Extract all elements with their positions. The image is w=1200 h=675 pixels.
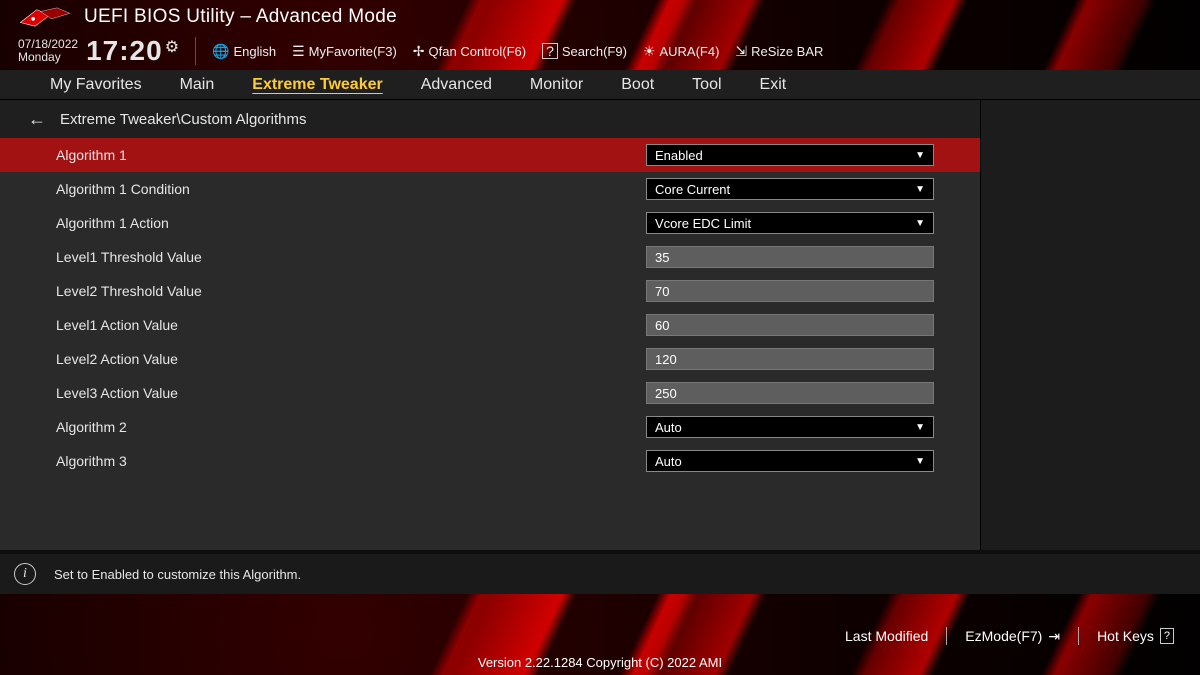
dropdown[interactable]: Auto▼ [646,450,934,472]
tab-monitor[interactable]: Monitor [530,76,583,94]
setting-row[interactable]: Level2 Threshold Value70 [0,274,980,308]
tab-exit[interactable]: Exit [760,76,787,94]
search-icon: ? [542,43,558,59]
setting-label: Algorithm 2 [56,419,646,435]
tab-advanced[interactable]: Advanced [421,76,492,94]
resize-icon: ⇲ [735,43,747,60]
resizebar-button[interactable]: ⇲ReSize BAR [735,43,823,60]
chevron-down-icon: ▼ [915,456,925,467]
setting-label: Level1 Threshold Value [56,249,646,265]
chevron-down-icon: ▼ [915,184,925,195]
setting-label: Algorithm 3 [56,453,646,469]
help-text: Set to Enabled to customize this Algorit… [54,567,301,582]
list-icon: ☰ [292,43,305,60]
setting-label: Level2 Action Value [56,351,646,367]
tab-my-favorites[interactable]: My Favorites [50,76,142,94]
chevron-down-icon: ▼ [915,422,925,433]
tab-boot[interactable]: Boot [621,76,654,94]
tab-extreme-tweaker[interactable]: Extreme Tweaker [252,76,382,94]
setting-row[interactable]: Algorithm 1Enabled▼ [0,138,980,172]
dropdown[interactable]: Vcore EDC Limit▼ [646,212,934,234]
text-input[interactable]: 250 [646,382,934,404]
time-display: 17:20 [86,35,163,66]
setting-row[interactable]: Level3 Action Value250 [0,376,980,410]
text-input[interactable]: 70 [646,280,934,302]
app-title: UEFI BIOS Utility – Advanced Mode [84,6,397,28]
setting-row[interactable]: Level2 Action Value120 [0,342,980,376]
date-block: 07/18/2022 Monday [18,38,78,64]
gear-icon[interactable]: ⚙ [165,39,179,56]
setting-label: Level1 Action Value [56,317,646,333]
qfan-button[interactable]: ✢Qfan Control(F6) [413,43,526,60]
help-icon: ? [1160,628,1174,644]
fan-icon: ✢ [413,43,425,60]
text-input[interactable]: 35 [646,246,934,268]
last-modified-button[interactable]: Last Modified [845,628,928,644]
setting-label: Level2 Threshold Value [56,283,646,299]
dropdown[interactable]: Enabled▼ [646,144,934,166]
info-icon: i [14,563,36,585]
settings-list: Algorithm 1Enabled▼Algorithm 1 Condition… [0,138,980,550]
chevron-down-icon: ▼ [915,150,925,161]
setting-row[interactable]: Algorithm 2Auto▼ [0,410,980,444]
rog-logo [18,6,74,28]
dropdown[interactable]: Core Current▼ [646,178,934,200]
breadcrumb: Extreme Tweaker\Custom Algorithms [60,111,306,128]
main-tabs: My Favorites Main Extreme Tweaker Advanced M… [0,70,1200,100]
setting-row[interactable]: Algorithm 3Auto▼ [0,444,980,478]
ezmode-button[interactable]: EzMode(F7)⇥ [965,628,1060,645]
text-input[interactable]: 120 [646,348,934,370]
myfavorite-button[interactable]: ☰MyFavorite(F3) [292,43,397,60]
dropdown[interactable]: Auto▼ [646,416,934,438]
setting-row[interactable]: Level1 Threshold Value35 [0,240,980,274]
globe-icon: 🌐 [212,43,229,60]
language-button[interactable]: 🌐English [212,43,276,60]
tab-main[interactable]: Main [180,76,215,94]
setting-label: Algorithm 1 Action [56,215,646,231]
tab-tool[interactable]: Tool [692,76,721,94]
aura-button[interactable]: ☀AURA(F4) [643,43,720,60]
setting-row[interactable]: Algorithm 1 ActionVcore EDC Limit▼ [0,206,980,240]
back-arrow-icon[interactable]: ← [28,109,46,130]
setting-label: Algorithm 1 Condition [56,181,646,197]
chevron-down-icon: ▼ [915,218,925,229]
setting-row[interactable]: Level1 Action Value60 [0,308,980,342]
search-button[interactable]: ?Search(F9) [542,43,627,59]
side-info-panel [980,100,1200,550]
aura-icon: ☀ [643,43,656,60]
setting-label: Level3 Action Value [56,385,646,401]
hotkeys-button[interactable]: Hot Keys ? [1097,628,1174,644]
setting-label: Algorithm 1 [56,147,646,163]
text-input[interactable]: 60 [646,314,934,336]
version-text: Version 2.22.1284 Copyright (C) 2022 AMI [0,649,1200,675]
exit-icon: ⇥ [1048,628,1060,645]
setting-row[interactable]: Algorithm 1 ConditionCore Current▼ [0,172,980,206]
